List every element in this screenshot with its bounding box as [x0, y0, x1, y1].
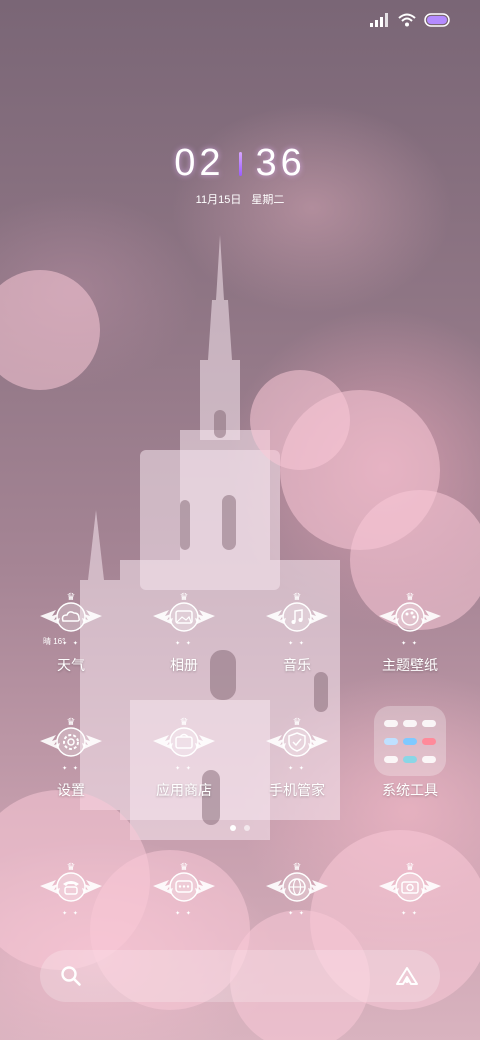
message-icon: [153, 872, 215, 902]
dock-messages[interactable]: ♛ ✦ ✦: [134, 862, 234, 920]
app-store[interactable]: ♛ ✦ ✦ 应用商店: [134, 717, 234, 800]
sparkle-dots: ✦ ✦: [288, 641, 306, 647]
search-icon[interactable]: [60, 965, 82, 987]
sparkle-dots: ✦ ✦: [288, 911, 306, 917]
app-icon-security: ♛ ✦ ✦: [247, 717, 347, 775]
store-icon: [153, 727, 215, 757]
signal-icon: [370, 13, 388, 27]
wifi-icon: [398, 13, 416, 27]
app-icon-themes: ♛ ✦ ✦: [360, 592, 460, 650]
app-system-tools[interactable]: 系统工具: [360, 717, 460, 800]
cloud-icon: [40, 602, 102, 632]
app-music[interactable]: ♛ ✦ ✦ 音乐: [247, 592, 347, 675]
app-icon-store: ♛ ✦ ✦: [134, 717, 234, 775]
clock-date: 11月15日 星期二: [0, 191, 480, 207]
app-icon-gallery: ♛ ✦ ✦: [134, 592, 234, 650]
image-icon: [153, 602, 215, 632]
phone-icon: [40, 872, 102, 902]
dock-browser[interactable]: ♛ ✦ ✦: [247, 862, 347, 920]
app-icon-phone: ♛ ✦ ✦: [21, 862, 121, 920]
clock-hours: 02: [174, 142, 225, 184]
app-label-themes: 主题壁纸: [382, 657, 438, 673]
camera-icon: [379, 872, 441, 902]
sparkle-dots: ✦ ✦: [62, 911, 80, 917]
app-icon-music: ♛ ✦ ✦: [247, 592, 347, 650]
app-themes[interactable]: ♛ ✦ ✦ 主题壁纸: [360, 592, 460, 675]
status-bar: [370, 8, 452, 32]
sparkle-dots: ✦ ✦: [175, 766, 193, 772]
sparkle-dots: ✦ ✦: [401, 911, 419, 917]
app-icon-messages: ♛ ✦ ✦: [134, 862, 234, 920]
clock-separator: [238, 151, 242, 176]
page-dot-active: [230, 825, 236, 831]
sparkle-dots: ✦ ✦: [175, 641, 193, 647]
search-bar[interactable]: [40, 950, 440, 1002]
battery-icon: [424, 13, 450, 27]
sparkle-dots: ✦ ✦: [401, 641, 419, 647]
app-weather[interactable]: ♛ 晴 16° ✦ ✦ 天气: [21, 592, 121, 675]
clock-minutes: 36: [255, 142, 306, 184]
weekday-text: 星期二: [251, 194, 285, 206]
sparkle-dots: ✦ ✦: [175, 911, 193, 917]
palette-icon: [379, 602, 441, 632]
app-icon-weather: ♛ 晴 16° ✦ ✦: [21, 592, 121, 650]
assistant-icon[interactable]: [394, 965, 420, 987]
page-indicator: [0, 825, 480, 831]
music-note-icon: [266, 602, 328, 632]
app-icon-settings: ♛ ✦ ✦: [21, 717, 121, 775]
app-security[interactable]: ♛ ✦ ✦ 手机管家: [247, 717, 347, 800]
date-text: 11月15日: [195, 194, 242, 206]
sparkle-dots: ✦ ✦: [288, 766, 306, 772]
sparkle-dots: ✦ ✦: [62, 766, 80, 772]
app-label-security: 手机管家: [269, 782, 325, 798]
dock-camera[interactable]: ♛ ✦ ✦: [360, 862, 460, 920]
app-label-gallery: 相册: [170, 657, 198, 673]
app-icon-browser: ♛ ✦ ✦: [247, 862, 347, 920]
dock-phone[interactable]: ♛ ✦ ✦: [21, 862, 121, 920]
app-label-weather: 天气: [57, 657, 85, 673]
app-icon-camera: ♛ ✦ ✦: [360, 862, 460, 920]
app-settings[interactable]: ♛ ✦ ✦ 设置: [21, 717, 121, 800]
shield-check-icon: [266, 727, 328, 757]
clock-time: 02 36: [0, 142, 480, 185]
app-label-music: 音乐: [283, 657, 311, 673]
gear-icon: [40, 727, 102, 757]
sparkle-dots: ✦ ✦: [62, 641, 80, 647]
app-gallery[interactable]: ♛ ✦ ✦ 相册: [134, 592, 234, 675]
page-dot: [244, 825, 250, 831]
app-icon-system-tools: [360, 717, 460, 775]
lockscreen-clock: 02 36 11月15日 星期二: [0, 142, 480, 207]
app-label-settings: 设置: [57, 782, 85, 798]
app-label-store: 应用商店: [156, 782, 212, 798]
globe-icon: [266, 872, 328, 902]
app-label-system-tools: 系统工具: [382, 782, 438, 798]
